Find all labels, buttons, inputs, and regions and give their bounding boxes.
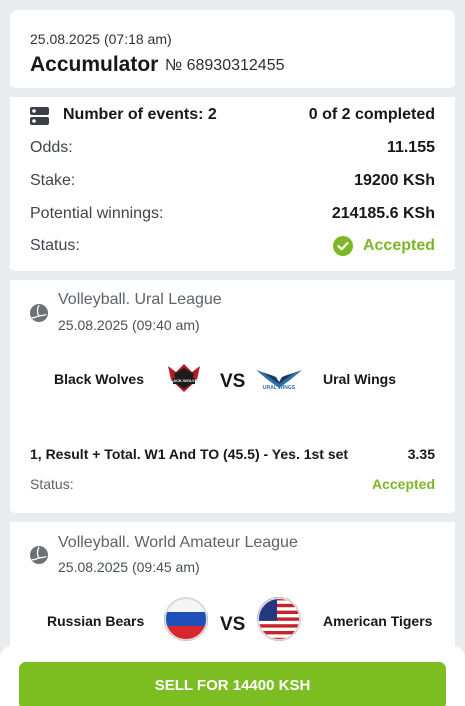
event-date: 25.08.2025 (09:40 am)	[58, 317, 200, 333]
vs-label: VS	[220, 614, 246, 635]
stake-value: 19200 KSh	[354, 172, 435, 189]
bet-type-title: Accumulator	[30, 53, 159, 76]
status-text: Accepted	[362, 237, 435, 254]
black-wolves-logo: BLACK WOLVES	[164, 362, 204, 394]
russia-flag-icon	[164, 597, 208, 641]
volleyball-icon	[30, 546, 48, 564]
market-description: 1, Result + Total. W1 And TO (45.5) - Ye…	[30, 446, 349, 462]
bet-date: 25.08.2025 (07:18 am)	[30, 31, 172, 47]
winnings-value: 214185.6 KSh	[331, 205, 435, 222]
ural-wings-logo-text: URAL WINGS	[262, 385, 296, 391]
completed-count: 0 of 2 completed	[308, 106, 435, 123]
stake-label: Stake:	[30, 172, 76, 189]
team1-name: Black Wolves	[54, 371, 145, 387]
ural-wings-logo: URAL WINGS	[254, 364, 304, 392]
bet-summary-card: Number of events: 2 0 of 2 completed Odd…	[10, 97, 455, 271]
team1-name: Russian Bears	[47, 613, 145, 629]
bet-header-card: 25.08.2025 (07:18 am) Accumulator № 6893…	[10, 10, 455, 88]
stake-row: Stake: 19200 KSh	[30, 172, 435, 194]
odds-row: Odds: 11.155	[30, 139, 435, 161]
events-count: Number of events: 2	[63, 106, 217, 123]
status-row: Status: Accepted	[30, 236, 435, 259]
team2-name: Ural Wings	[323, 371, 396, 387]
market-coefficient: 3.35	[407, 446, 435, 462]
status-value: Accepted	[332, 236, 435, 256]
event-card[interactable]: Volleyball. Ural League 25.08.2025 (09:4…	[10, 280, 455, 513]
status-label: Status:	[30, 237, 80, 254]
winnings-label: Potential winnings:	[30, 205, 164, 222]
odds-value: 11.155	[386, 139, 435, 156]
odds-label: Odds:	[30, 139, 73, 156]
event-date: 25.08.2025 (09:45 am)	[58, 559, 200, 575]
usa-flag-icon	[257, 597, 301, 641]
event-league: Volleyball. Ural League	[58, 291, 222, 308]
bet-number: № 68930312455	[165, 57, 285, 74]
event-league: Volleyball. World Amateur League	[58, 534, 298, 551]
event-status-label: Status:	[30, 476, 74, 492]
check-circle-icon	[332, 236, 353, 256]
winnings-row: Potential winnings: 214185.6 KSh	[30, 205, 435, 227]
volleyball-icon	[30, 304, 48, 322]
team2-name: American Tigers	[323, 613, 433, 629]
events-count-row: Number of events: 2 0 of 2 completed	[30, 106, 435, 128]
events-list-icon	[30, 107, 49, 125]
sell-button[interactable]: SELL FOR 14400 KSH	[19, 662, 446, 706]
black-wolves-logo-text: BLACK WOLVES	[167, 378, 201, 383]
vs-label: VS	[220, 371, 246, 392]
event-status-value: Accepted	[371, 476, 435, 492]
